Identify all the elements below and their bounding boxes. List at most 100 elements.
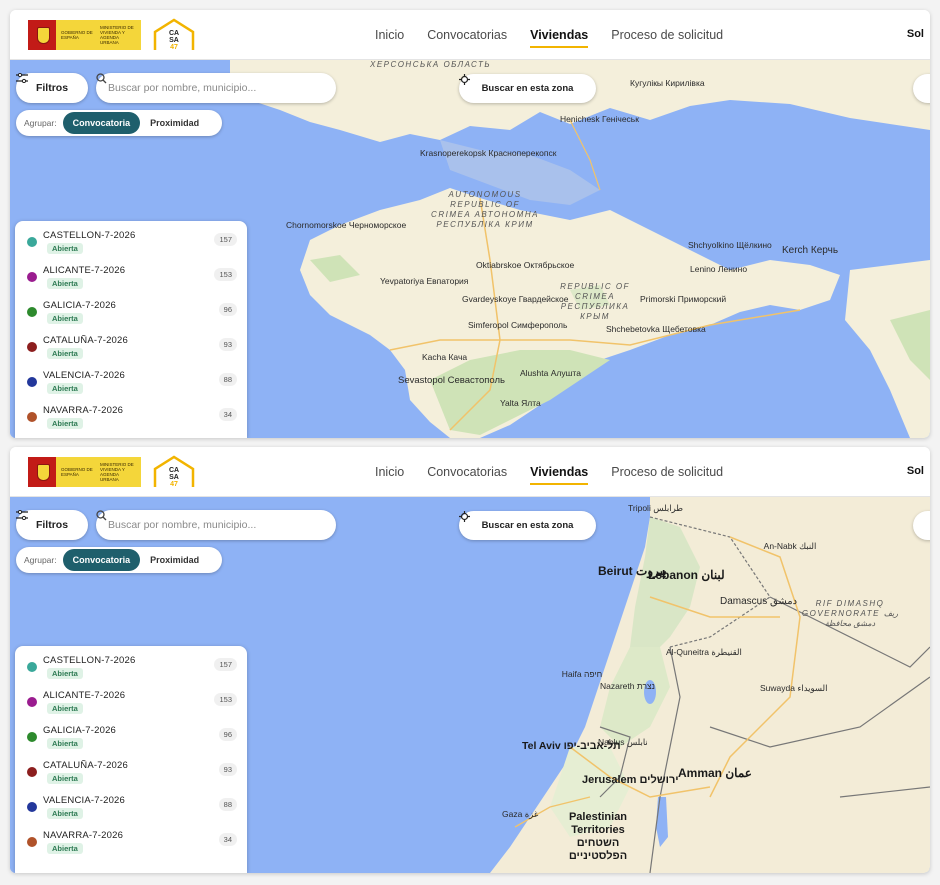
map-label: REPUBLIC OF CRIMEA РЕСПУБЛИКА КРЫМ	[560, 282, 630, 321]
search-box[interactable]	[96, 73, 336, 103]
search-input[interactable]	[108, 519, 288, 531]
search-icon	[96, 73, 107, 84]
count-badge: 34	[218, 408, 237, 421]
map-label: Al-Quneitra القنيطرة	[666, 647, 742, 657]
item-name: ALICANTE-7-2026	[43, 265, 126, 276]
count-badge: 93	[218, 338, 237, 351]
status-dot	[27, 342, 37, 352]
spain-shield-icon	[28, 20, 56, 50]
sol-link[interactable]: Sol	[907, 465, 924, 477]
spain-shield-icon	[28, 457, 56, 487]
status-badge: Abierta	[47, 808, 83, 819]
nav-convocatorias[interactable]: Convocatorias	[427, 447, 507, 497]
map-label: Kacha Кача	[422, 352, 468, 362]
count-badge: 93	[218, 763, 237, 776]
gobierno-logo[interactable]: GOBIERNO DE ESPAÑA MINISTERIO DE VIVIEND…	[28, 20, 141, 50]
casa47-logo[interactable]: CA SA 47	[153, 455, 195, 489]
item-name: GALICIA-7-2026	[43, 300, 117, 311]
map-label: Kerch Керчь	[782, 245, 839, 256]
map-label: Gaza غزة	[502, 809, 539, 819]
map-label: Primorski Приморский	[640, 294, 727, 304]
main-nav: Inicio Convocatorias Viviendas Proceso d…	[375, 10, 723, 60]
map-label: Yevpatoriya Евпатория	[380, 276, 469, 286]
item-name: NAVARRA-7-2026	[43, 830, 124, 841]
map-label: Yalta Ялта	[500, 398, 541, 408]
count-badge: 88	[218, 798, 237, 811]
status-badge: Abierta	[47, 843, 83, 854]
gov-logo-text: GOBIERNO DE ESPAÑA	[61, 467, 93, 477]
map-label: Jerusalem ירושלים	[582, 774, 679, 786]
list-item[interactable]: VALENCIA-7-2026 Abierta 88	[25, 792, 237, 827]
list-item[interactable]: NAVARRA-7-2026 Abierta 34	[25, 402, 237, 437]
item-name: CASTELLON-7-2026	[43, 230, 136, 241]
list-item[interactable]: GALICIA-7-2026 Abierta 96	[25, 722, 237, 757]
svg-text:SA: SA	[169, 37, 179, 44]
status-badge: Abierta	[47, 773, 83, 784]
map-label: Haifa חיפה	[561, 669, 603, 679]
search-box[interactable]	[96, 510, 336, 540]
item-name: ALICANTE-7-2026	[43, 690, 126, 701]
nav-convocatorias[interactable]: Convocatorias	[427, 10, 507, 60]
group-toggle: Agrupar: Convocatoria Proximidad	[16, 547, 222, 573]
map-label: Кугулiкы Кирилiвка	[630, 78, 705, 88]
group-convocatoria[interactable]: Convocatoria	[62, 112, 141, 134]
svg-text:47: 47	[170, 481, 178, 488]
status-dot	[27, 732, 37, 742]
status-badge: Abierta	[47, 668, 83, 679]
map-canvas[interactable]: Tripoli طرابلس An-Nabk النبك Beirut بيرو…	[10, 497, 930, 873]
map-label: AUTONOMOUS REPUBLIC OF CRIMEA АВТОНОМНА …	[431, 190, 539, 229]
group-proximidad[interactable]: Proximidad	[140, 112, 209, 134]
filters-button[interactable]: Filtros	[16, 73, 88, 103]
list-item[interactable]: ALICANTE-7-2026 Abierta 153	[25, 687, 237, 722]
search-zone-button[interactable]: Buscar en esta zona	[459, 511, 596, 540]
nav-proceso-solicitud[interactable]: Proceso de solicitud	[611, 447, 723, 497]
list-item[interactable]: VALENCIA-7-2026 Abierta 88	[25, 367, 237, 402]
status-dot	[27, 307, 37, 317]
nav-viviendas[interactable]: Viviendas	[530, 447, 589, 497]
map-label: Tel Aviv תל-אביב-יפו	[522, 740, 621, 752]
sliders-icon	[16, 73, 28, 83]
nav-proceso-solicitud[interactable]: Proceso de solicitud	[611, 10, 723, 60]
group-proximidad[interactable]: Proximidad	[140, 549, 209, 571]
sol-link[interactable]: Sol	[907, 28, 924, 40]
list-item[interactable]: CASTELLON-7-2026 Abierta 157	[25, 652, 237, 687]
list-item[interactable]: CATALUÑA-7-2026 Abierta 93	[25, 332, 237, 367]
search-input[interactable]	[108, 82, 288, 94]
gobierno-logo[interactable]: GOBIERNO DE ESPAÑA MINISTERIO DE VIVIEND…	[28, 457, 141, 487]
status-dot	[27, 272, 37, 282]
group-convocatoria[interactable]: Convocatoria	[62, 549, 141, 571]
svg-text:SA: SA	[169, 474, 179, 481]
list-item[interactable]: CASTELLON-7-2026 Abierta 157	[25, 227, 237, 262]
group-label: Agrupar:	[24, 118, 57, 128]
map-label: Palestinian Territories השטחים הפלסטיניי…	[568, 811, 628, 862]
crosshair-icon	[459, 511, 470, 522]
site-header: GOBIERNO DE ESPAÑA MINISTERIO DE VIVIEND…	[10, 10, 930, 60]
svg-text:CA: CA	[169, 30, 179, 37]
group-toggle: Agrupar: Convocatoria Proximidad	[16, 110, 222, 136]
map-label: Krasnoperekopsk Красноперекопск	[420, 148, 557, 158]
gov-logo-text: GOBIERNO DE ESPAÑA	[61, 30, 93, 40]
status-badge: Abierta	[47, 243, 83, 254]
filters-button[interactable]: Filtros	[16, 510, 88, 540]
gov-ministry-text: MINISTERIO DE VIVIENDA Y AGENDA URBANA	[100, 462, 134, 482]
nav-inicio[interactable]: Inicio	[375, 447, 404, 497]
search-zone-button[interactable]: Buscar en esta zona	[459, 74, 596, 103]
map-label: Henichesk Генiчеськ	[560, 114, 639, 124]
list-item[interactable]: GALICIA-7-2026 Abierta 96	[25, 297, 237, 332]
list-item[interactable]: NAVARRA-7-2026 Abierta 34	[25, 827, 237, 862]
count-badge: 96	[218, 303, 237, 316]
casa47-logo[interactable]: CA SA 47	[153, 18, 195, 52]
nav-inicio[interactable]: Inicio	[375, 10, 404, 60]
map-label: Suwayda السويداء	[760, 683, 828, 693]
map-label: Nazareth נצרת	[600, 681, 655, 691]
list-item[interactable]: CATALUÑA-7-2026 Abierta 93	[25, 757, 237, 792]
map-canvas[interactable]: ХЕРСОНСЬКА ОБЛАСТЬ Кугулiкы Кирилiвка He…	[10, 60, 930, 438]
map-label: An-Nabk النبك	[763, 541, 817, 551]
nav-viviendas[interactable]: Viviendas	[530, 10, 589, 60]
map-label: Shchebetovka Щебетовка	[606, 324, 706, 334]
status-dot	[27, 802, 37, 812]
list-item[interactable]: ALICANTE-7-2026 Abierta 153	[25, 262, 237, 297]
map-label: Sevastopol Севастополь	[398, 375, 506, 386]
status-dot	[27, 237, 37, 247]
item-name: CATALUÑA-7-2026	[43, 335, 129, 346]
